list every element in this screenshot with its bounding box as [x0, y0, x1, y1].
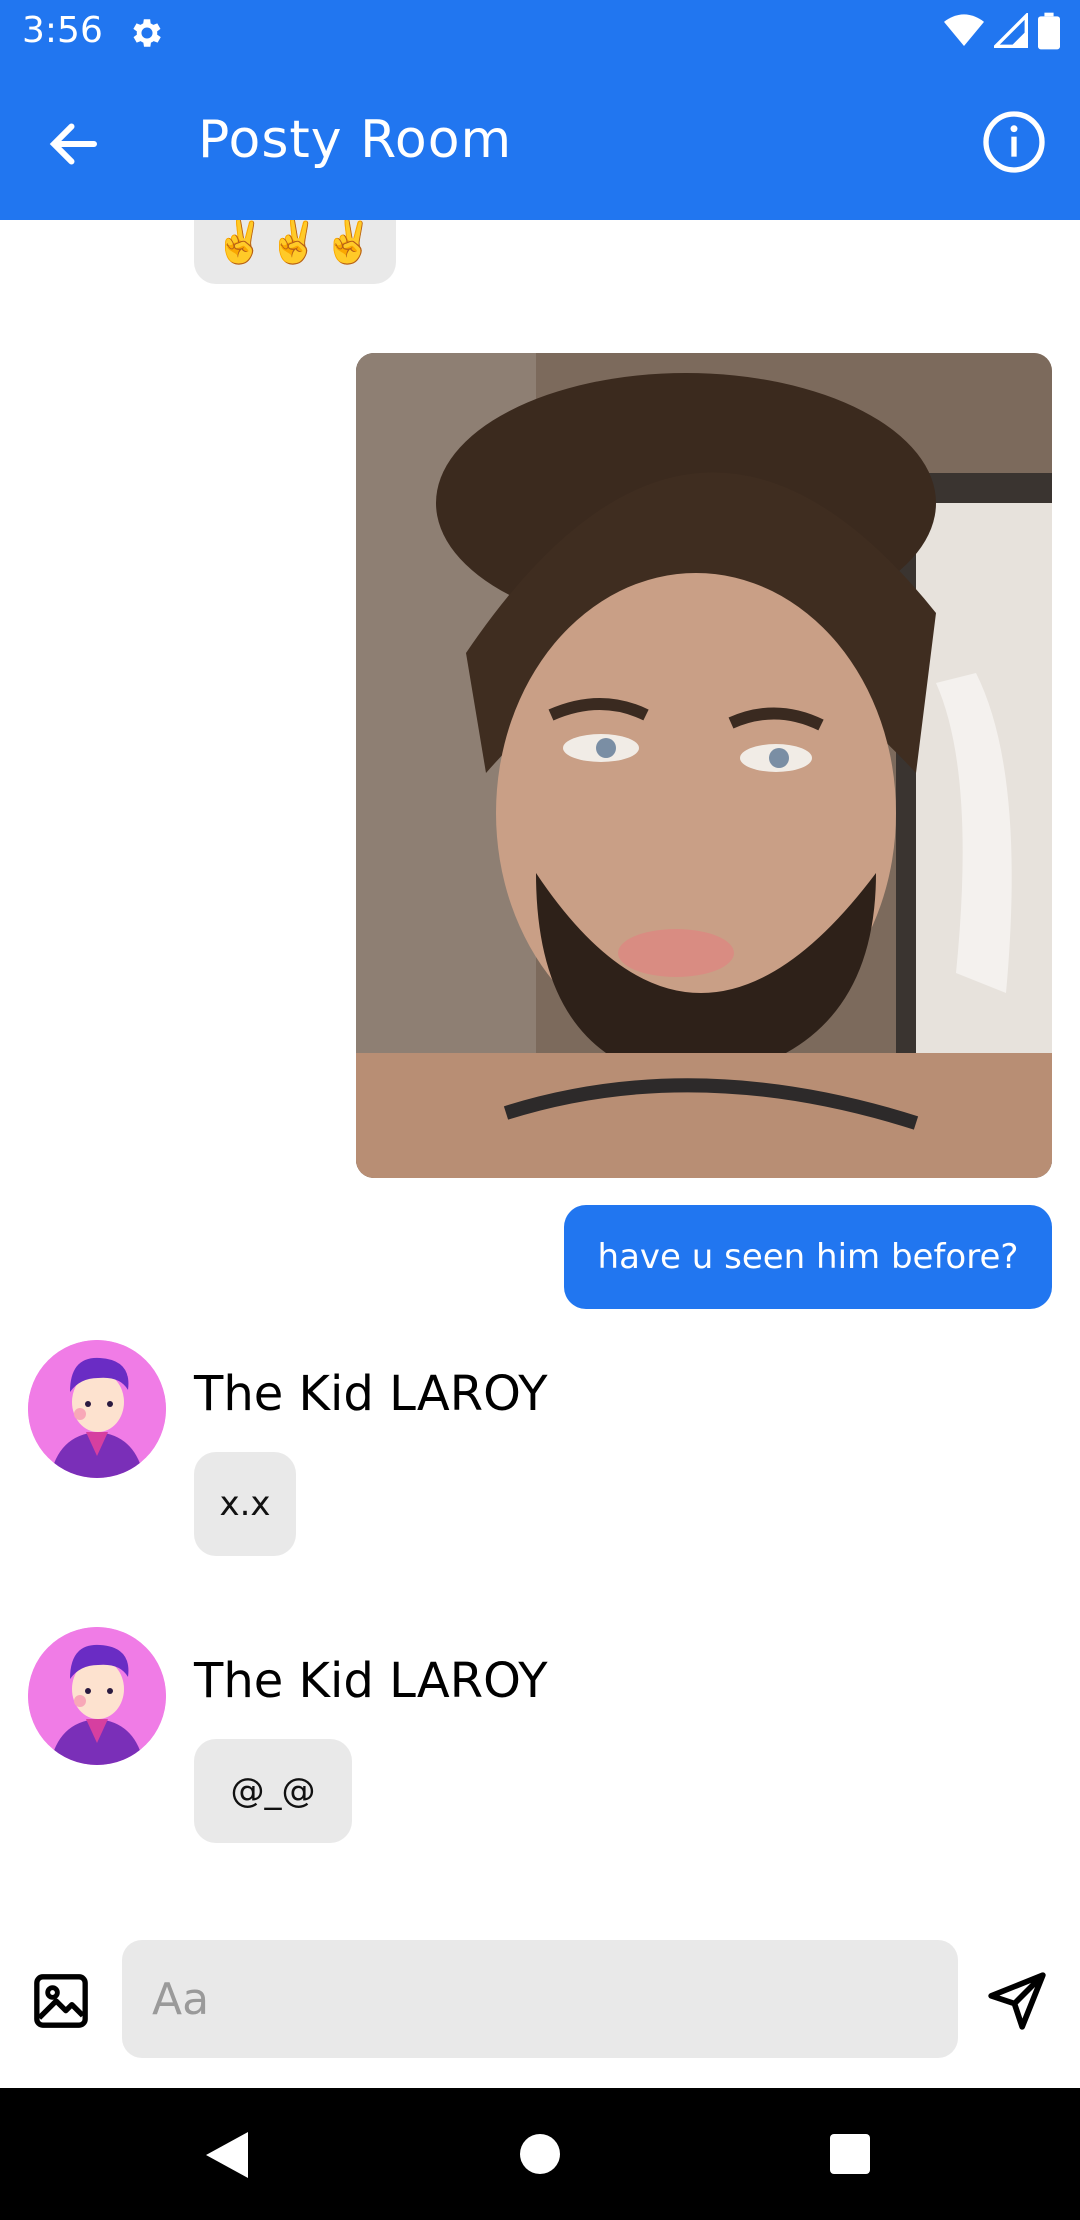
avatar[interactable] [28, 1340, 166, 1478]
page-title: Posty Room [198, 110, 513, 170]
message-bubble[interactable]: ✌️✌️✌️ [194, 220, 396, 284]
message-input[interactable] [122, 1940, 958, 2058]
message-list[interactable]: ✌️✌️✌️ have u seen him before? The Kid L… [0, 220, 1080, 1870]
message-bubble[interactable]: x.x [194, 1452, 296, 1556]
info-icon[interactable] [982, 110, 1046, 174]
message-bubble[interactable]: @_@ [194, 1739, 352, 1843]
sender-name: The Kid LAROY [194, 1366, 548, 1422]
nav-home-icon[interactable] [520, 2134, 560, 2174]
message-composer [0, 1940, 1080, 2088]
battery-icon [1038, 12, 1060, 50]
message-text: @_@ [230, 1771, 316, 1811]
wifi-icon [944, 14, 984, 47]
nav-recents-icon[interactable] [830, 2134, 870, 2174]
status-bar: 3:56 [0, 0, 1080, 66]
image-message[interactable] [356, 353, 1052, 1178]
status-time: 3:56 [22, 10, 103, 51]
user-avatar-icon [28, 1340, 166, 1478]
settings-gear-icon [133, 19, 161, 47]
send-icon[interactable] [986, 1970, 1048, 2032]
message-bubble[interactable]: have u seen him before? [564, 1205, 1052, 1309]
shared-photo [356, 353, 1052, 1178]
message-text: ✌️✌️✌️ [213, 220, 377, 266]
status-indicators [944, 12, 1060, 50]
image-gallery-icon[interactable] [32, 1972, 90, 2030]
signal-icon [994, 13, 1028, 48]
sender-name: The Kid LAROY [194, 1653, 548, 1709]
back-arrow-icon[interactable] [44, 114, 104, 174]
avatar[interactable] [28, 1627, 166, 1765]
system-navigation-bar [0, 2088, 1080, 2220]
app-bar: Posty Room [0, 66, 1080, 220]
user-avatar-icon [28, 1627, 166, 1765]
message-text: x.x [219, 1484, 271, 1524]
nav-back-icon[interactable] [206, 2132, 250, 2178]
message-text: have u seen him before? [597, 1237, 1019, 1277]
